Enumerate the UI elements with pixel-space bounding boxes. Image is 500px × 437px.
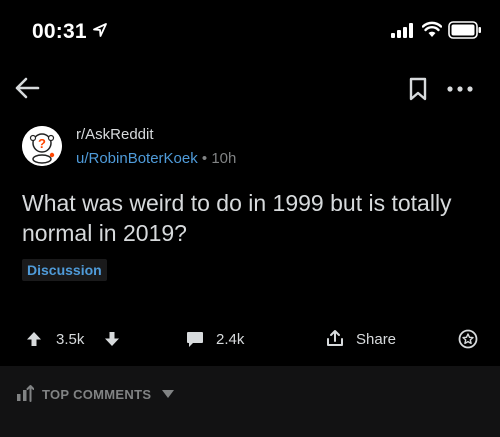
svg-text:?: ?: [38, 136, 46, 151]
post-flair[interactable]: Discussion: [22, 259, 107, 281]
comments-sort-bar: TOP COMMENTS: [0, 366, 500, 437]
post-action-bar: 3.5k 2.4k Share: [0, 322, 500, 358]
downvote-icon[interactable]: [104, 331, 120, 347]
author-link[interactable]: u/RobinBoterKoek: [76, 150, 198, 167]
sort-icon: [17, 385, 34, 402]
chevron-down-icon[interactable]: [162, 390, 174, 398]
subreddit-avatar[interactable]: ?: [22, 126, 62, 166]
share-button[interactable]: Share: [356, 331, 396, 348]
more-icon[interactable]: [446, 84, 474, 94]
wifi-icon: [422, 21, 442, 37]
post-byline: u/RobinBoterKoek • 10h: [76, 150, 236, 167]
post-age: 10h: [211, 150, 237, 167]
subreddit-name[interactable]: r/AskReddit: [76, 126, 154, 143]
post-header: ? r/AskReddit u/RobinBoterKoek • 10h: [22, 124, 482, 174]
sort-label[interactable]: TOP COMMENTS: [42, 387, 151, 402]
comment-icon[interactable]: [186, 331, 204, 348]
vote-score: 3.5k: [56, 331, 85, 348]
nav-bar: [0, 60, 500, 116]
award-icon[interactable]: [458, 329, 478, 349]
upvote-icon[interactable]: [26, 331, 42, 347]
byline-separator: •: [197, 150, 212, 167]
askreddit-logo-icon: ?: [22, 126, 62, 166]
bookmark-icon[interactable]: [408, 77, 428, 101]
share-icon[interactable]: [326, 329, 344, 347]
status-time: 00:31: [32, 20, 87, 43]
comment-count[interactable]: 2.4k: [216, 331, 244, 348]
status-bar: 00:31: [0, 0, 500, 60]
post-title: What was weird to do in 1999 but is tota…: [22, 190, 452, 246]
back-arrow-icon[interactable]: [14, 76, 40, 100]
battery-icon: [448, 21, 481, 39]
location-arrow-icon: [93, 23, 107, 37]
signal-icon: [391, 23, 413, 38]
